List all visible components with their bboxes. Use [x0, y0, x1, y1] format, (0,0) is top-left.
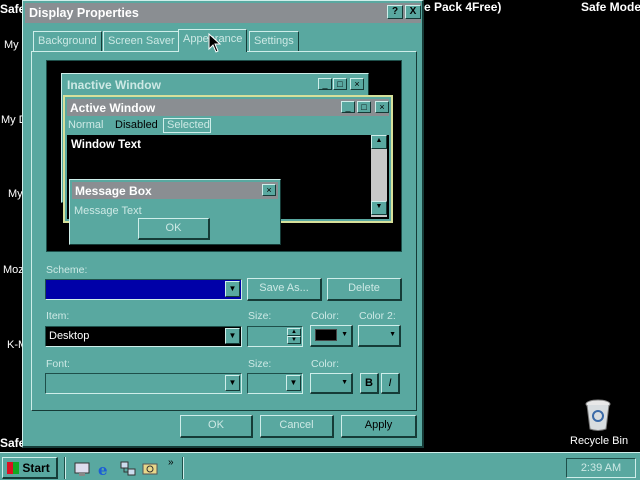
- font-size-chevron-down-icon[interactable]: ▼: [286, 375, 301, 391]
- preview-active-minimize-icon: _: [341, 101, 355, 113]
- show-desktop-icon[interactable]: [74, 461, 90, 477]
- cancel-button[interactable]: Cancel: [260, 415, 334, 438]
- font-chevron-down-icon[interactable]: ▼: [225, 375, 240, 391]
- tab-settings[interactable]: Settings: [249, 31, 299, 51]
- desktop-label-safe-mode: Safe Mode: [581, 0, 640, 14]
- dialog-titlebar[interactable]: Display Properties: [25, 3, 421, 23]
- ok-button[interactable]: OK: [180, 415, 253, 438]
- font-size-label: Size:: [248, 358, 272, 370]
- bold-button[interactable]: B: [360, 373, 379, 394]
- size-down-icon[interactable]: ▼: [287, 336, 301, 344]
- preview-inactive-close-icon: ×: [350, 78, 364, 90]
- internet-explorer-icon[interactable]: e: [97, 461, 113, 479]
- font-color-chevron-down-icon: ▼: [341, 379, 348, 386]
- color-chevron-down-icon: ▼: [341, 331, 348, 338]
- preview-inactive-maximize-icon: □: [333, 78, 347, 90]
- desktop-label-pack: e Pack 4Free): [424, 0, 502, 14]
- preview-active-maximize-icon: □: [357, 101, 371, 113]
- preview-inactive-minimize-icon: _: [318, 78, 332, 90]
- preview-msgbox-title: Message Box: [72, 182, 278, 199]
- apply-button[interactable]: Apply: [341, 415, 417, 438]
- preview-msgbox-close-icon: ×: [262, 184, 276, 196]
- preview-menu-selected: Selected: [163, 118, 211, 133]
- item-color2-label: Color 2:: [359, 310, 396, 322]
- desktop-icon-label-0[interactable]: My: [4, 39, 19, 51]
- preview-message-box[interactable]: Message Box × Message Text OK: [69, 179, 281, 245]
- size-up-icon[interactable]: ▲: [287, 328, 301, 336]
- taskbar-divider-2: [182, 457, 184, 479]
- item-size-label: Size:: [248, 310, 272, 322]
- preview-msgbox-ok-button: OK: [138, 218, 210, 240]
- preview-scroll-down-icon: ▼: [371, 201, 387, 215]
- taskbar: Start e » 2:39 AM: [0, 452, 640, 480]
- item-select[interactable]: Desktop ▼: [45, 326, 242, 347]
- font-size-select[interactable]: ▼: [247, 373, 303, 394]
- preview-msgbox-text: Message Text: [74, 205, 142, 217]
- dialog-title: Display Properties: [29, 6, 139, 20]
- item-chevron-down-icon[interactable]: ▼: [225, 328, 240, 344]
- taskbar-chevron[interactable]: »: [168, 457, 174, 468]
- scheme-chevron-down-icon[interactable]: ▼: [225, 281, 240, 297]
- recycle-bin-label[interactable]: Recycle Bin: [570, 435, 628, 447]
- save-as-button[interactable]: Save As...: [247, 278, 322, 301]
- scheme-select[interactable]: ▼: [45, 279, 242, 300]
- system-clock[interactable]: 2:39 AM: [566, 458, 636, 478]
- item-color-button[interactable]: ▼: [310, 325, 353, 347]
- taskbar-divider: [64, 457, 66, 479]
- preview-menu-normal: Normal: [68, 119, 104, 131]
- item-value: Desktop: [49, 330, 90, 342]
- appearance-preview[interactable]: Inactive Window _ □ × Active Window _ □ …: [46, 60, 402, 252]
- start-button[interactable]: Start: [2, 457, 58, 479]
- font-color-button[interactable]: ▼: [310, 373, 353, 394]
- item-color-label: Color:: [311, 310, 340, 322]
- italic-button[interactable]: I: [381, 373, 400, 394]
- preview-menu-disabled: Disabled: [115, 119, 158, 131]
- windows-logo-icon: [7, 462, 19, 474]
- font-label: Font:: [46, 358, 70, 370]
- mouse-pointer-icon: [208, 32, 222, 53]
- item-color2-button[interactable]: ▼: [358, 325, 401, 347]
- tab-screen-saver[interactable]: Screen Saver: [103, 31, 180, 51]
- explorer-icon[interactable]: [142, 461, 158, 477]
- start-label: Start: [22, 461, 50, 475]
- desktop-icon-label-2[interactable]: My: [8, 188, 23, 200]
- preview-scroll-up-icon: ▲: [371, 135, 387, 149]
- item-label: Item:: [46, 310, 70, 322]
- desktop-icon-label-3[interactable]: Moz: [3, 264, 24, 276]
- delete-button[interactable]: Delete: [327, 278, 402, 301]
- recycle-bin-icon[interactable]: [583, 398, 613, 432]
- scheme-label: Scheme:: [46, 264, 88, 276]
- preview-active-close-icon: ×: [375, 101, 389, 113]
- svg-text:e: e: [98, 461, 108, 477]
- preview-scrollbar: ▲ ▼: [371, 135, 387, 217]
- preview-window-text: Window Text: [71, 139, 141, 151]
- color-swatch: [315, 329, 337, 341]
- font-color-label: Color:: [311, 358, 340, 370]
- tab-background[interactable]: Background: [33, 31, 102, 51]
- item-size-spinner[interactable]: ▲ ▼: [247, 326, 303, 347]
- help-button[interactable]: ?: [387, 5, 403, 19]
- color2-chevron-down-icon: ▼: [389, 331, 396, 338]
- close-button[interactable]: X: [405, 5, 421, 19]
- network-icon[interactable]: [120, 461, 136, 477]
- font-select[interactable]: ▼: [45, 373, 242, 394]
